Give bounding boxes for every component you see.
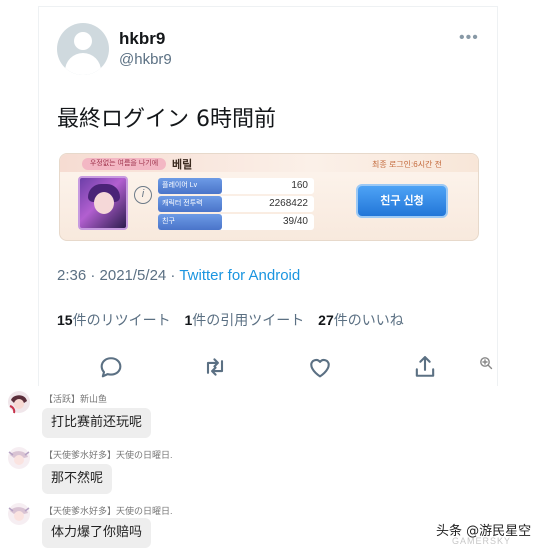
stat-label: 캐릭터 전투력: [158, 196, 222, 212]
stat-row: 플레이어 Lv 160: [158, 178, 314, 194]
zoom-in-icon[interactable]: [479, 356, 493, 370]
last-login-text: 최종 로그인:6시간 전: [372, 160, 442, 169]
tweet-counts: 15件のリツイート 1件の引用ツイート 27件のいいね: [57, 310, 404, 330]
commenter-avatar[interactable]: [6, 446, 32, 470]
commenter-role: 【天使爹水好多】: [44, 450, 117, 460]
tweet-actions: [39, 349, 499, 383]
commenter-role: 【天使爹水好多】: [44, 506, 117, 516]
likes-label: 件のいいね: [333, 312, 404, 328]
stat-label: 플레이어 Lv: [158, 178, 222, 194]
info-icon: i: [134, 186, 152, 204]
tweet-card: hkbr9 @hkbr9 ••• 最終ログイン 6時間前 우정없는 여름을 나기…: [38, 6, 498, 386]
character-face: [94, 192, 114, 214]
tweet-meta: 2:36 · 2021/5/24 · Twitter for Android: [57, 267, 300, 284]
tweet-text: 最終ログイン 6時間前: [57, 107, 276, 132]
retweets-label: 件のリツイート: [72, 312, 171, 328]
commenter-role: 【活跃】: [44, 394, 81, 404]
commenter-info: 【天使爹水好多】天使の日曜日.: [44, 448, 173, 461]
watermark-sub: GAMERSKY: [452, 536, 512, 546]
stat-value: 160: [291, 180, 308, 191]
quotes-stat[interactable]: 1件の引用ツイート: [184, 312, 304, 328]
display-name[interactable]: hkbr9: [119, 29, 165, 49]
game-tag: 우정없는 여름을 나기에: [82, 158, 166, 170]
stat-value: 39/40: [282, 216, 308, 227]
timestamp[interactable]: 2:36 · 2021/5/24 ·: [57, 267, 179, 284]
friend-request-button: 친구 신청: [356, 184, 448, 218]
retweets-count: 15: [57, 312, 73, 328]
reply-icon[interactable]: [97, 353, 125, 381]
avatar-body: [65, 53, 101, 75]
handle[interactable]: @hkbr9: [119, 51, 172, 68]
commenter-info: 【活跃】新山鱼: [44, 392, 107, 405]
more-options-icon[interactable]: •••: [459, 29, 479, 47]
retweet-icon[interactable]: [201, 353, 229, 381]
game-profile-screenshot[interactable]: 우정없는 여름을 나기에 베릴 최종 로그인:6시간 전 i 플레이어 Lv 1…: [59, 153, 479, 241]
commenter-info: 【天使爹水好多】天使の日曜日.: [44, 504, 173, 517]
commenter-name[interactable]: 天使の日曜日.: [116, 506, 173, 516]
comment-bubble: 那不然呢: [42, 464, 113, 494]
commenter-name[interactable]: 新山鱼: [80, 394, 107, 404]
stat-row: 캐릭터 전투력 2268422: [158, 196, 314, 212]
avatar-head: [74, 32, 92, 50]
player-stats: 플레이어 Lv 160 캐릭터 전투력 2268422 친구 39/40: [158, 178, 314, 232]
likes-count: 27: [318, 312, 334, 328]
commenter-avatar[interactable]: [6, 502, 32, 526]
comment-bubble: 体力爆了你赔吗: [42, 518, 152, 548]
stat-row: 친구 39/40: [158, 214, 314, 230]
share-icon[interactable]: [411, 353, 439, 381]
avatar[interactable]: [57, 23, 109, 75]
character-portrait: [78, 176, 128, 230]
player-name: 베릴: [172, 159, 193, 171]
stat-label: 친구: [158, 214, 222, 230]
like-icon[interactable]: [306, 353, 334, 381]
commenter-avatar[interactable]: [6, 390, 32, 414]
source-link[interactable]: Twitter for Android: [179, 267, 300, 284]
comment-bubble: 打比赛前还玩呢: [42, 408, 152, 438]
likes-stat[interactable]: 27件のいいね: [318, 312, 404, 328]
commenter-name[interactable]: 天使の日曜日.: [116, 450, 173, 460]
quotes-label: 件の引用ツイート: [192, 312, 305, 328]
retweets-stat[interactable]: 15件のリツイート: [57, 312, 171, 328]
stat-value: 2268422: [269, 198, 308, 209]
